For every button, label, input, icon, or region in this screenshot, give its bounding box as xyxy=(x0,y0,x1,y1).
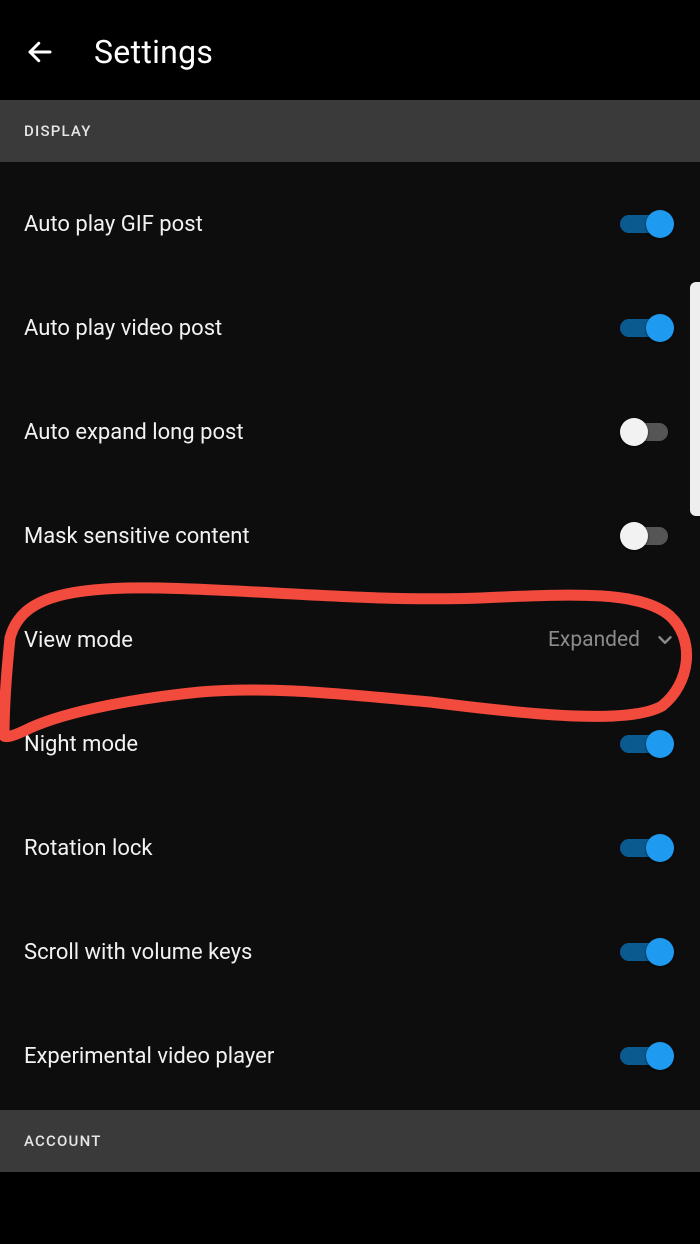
toggle-thumb xyxy=(646,730,674,758)
row-scroll-volume[interactable]: Scroll with volume keys xyxy=(0,900,700,1004)
toggle-thumb xyxy=(646,1042,674,1070)
status-bar xyxy=(0,0,700,14)
toggle-mask-sensitive[interactable] xyxy=(620,522,676,550)
display-section: Auto play GIF post Auto play video post … xyxy=(0,162,700,1110)
toggle-auto-play-video[interactable] xyxy=(620,314,676,342)
row-label: Rotation lock xyxy=(24,836,153,861)
row-label: Auto play GIF post xyxy=(24,212,203,237)
row-label: Auto play video post xyxy=(24,316,222,341)
toggle-rotation-lock[interactable] xyxy=(620,834,676,862)
toggle-experimental-video[interactable] xyxy=(620,1042,676,1070)
row-label: Night mode xyxy=(24,732,138,757)
section-header-account: ACCOUNT xyxy=(0,1110,700,1172)
row-night-mode[interactable]: Night mode xyxy=(0,692,700,796)
row-auto-play-gif[interactable]: Auto play GIF post xyxy=(0,172,700,276)
back-arrow-icon xyxy=(25,37,55,67)
row-label: Scroll with volume keys xyxy=(24,940,252,965)
row-rotation-lock[interactable]: Rotation lock xyxy=(0,796,700,900)
row-view-mode[interactable]: View mode Expanded xyxy=(0,588,700,692)
row-mask-sensitive[interactable]: Mask sensitive content xyxy=(0,484,700,588)
back-button[interactable] xyxy=(20,32,60,72)
toggle-thumb xyxy=(620,418,648,446)
toggle-auto-play-gif[interactable] xyxy=(620,210,676,238)
toggle-auto-expand-long[interactable] xyxy=(620,418,676,446)
section-header-display: DISPLAY xyxy=(0,100,700,162)
toggle-thumb xyxy=(646,834,674,862)
row-label: Experimental video player xyxy=(24,1044,274,1069)
row-label: Auto expand long post xyxy=(24,420,244,445)
row-experimental-video[interactable]: Experimental video player xyxy=(0,1004,700,1108)
page-title: Settings xyxy=(94,33,213,71)
row-label: Mask sensitive content xyxy=(24,524,250,549)
chevron-down-icon xyxy=(654,629,676,651)
toggle-scroll-volume[interactable] xyxy=(620,938,676,966)
toggle-thumb xyxy=(620,522,648,550)
row-auto-expand-long[interactable]: Auto expand long post xyxy=(0,380,700,484)
nav-bar-area xyxy=(0,1222,700,1244)
toggle-night-mode[interactable] xyxy=(620,730,676,758)
row-auto-play-video[interactable]: Auto play video post xyxy=(0,276,700,380)
row-value-wrap: Expanded xyxy=(548,628,676,652)
toggle-thumb xyxy=(646,938,674,966)
view-mode-value: Expanded xyxy=(548,628,640,652)
app-bar: Settings xyxy=(0,14,700,100)
toggle-thumb xyxy=(646,210,674,238)
toggle-thumb xyxy=(646,314,674,342)
row-label: View mode xyxy=(24,628,133,653)
scrollbar-indicator[interactable] xyxy=(690,282,700,516)
